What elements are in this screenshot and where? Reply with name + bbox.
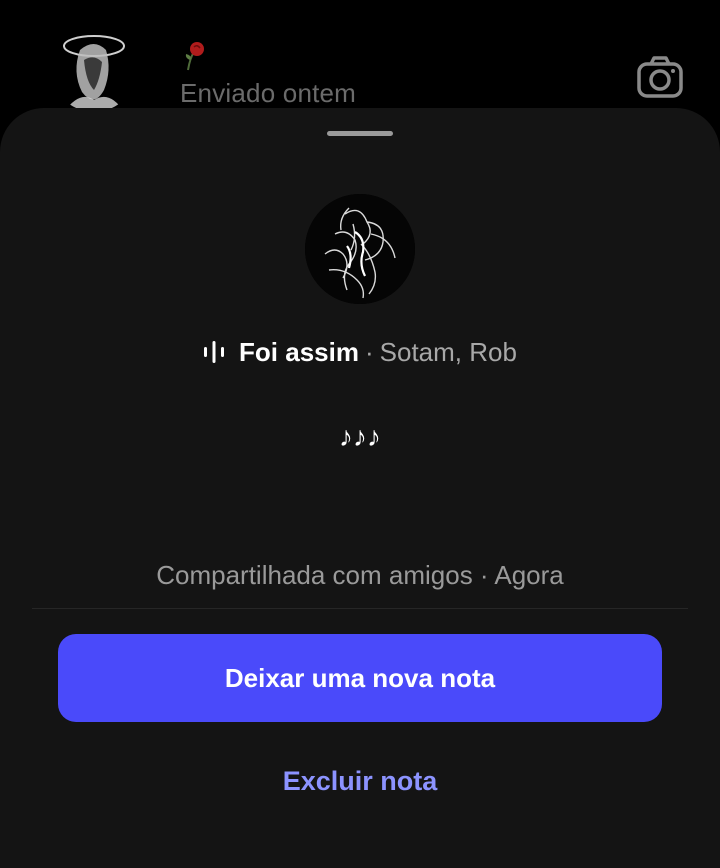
track-title: Foi assim: [239, 336, 359, 367]
note-text: ♪♪♪: [339, 421, 381, 452]
sent-status: Enviado ontem: [180, 78, 357, 108]
sheet-drag-handle[interactable]: [327, 131, 393, 136]
note-bottom-sheet: Foi assim · Sotam, Rob ♪♪♪ Compartilhada…: [0, 108, 720, 868]
delete-note-button[interactable]: Excluir nota: [0, 766, 720, 797]
background-avatar[interactable]: [50, 20, 138, 112]
leave-new-note-button[interactable]: Deixar uma nova nota: [58, 634, 662, 722]
note-avatar: [305, 194, 415, 304]
note-meta: Compartilhada com amigos · Agora: [156, 560, 564, 590]
track-separator: ·: [364, 336, 374, 367]
camera-icon[interactable]: [636, 55, 684, 99]
track-info[interactable]: Foi assim · Sotam, Rob: [0, 334, 720, 370]
divider: [32, 608, 688, 609]
background-chat-row: Enviado ontem: [0, 0, 720, 120]
track-artist: Sotam, Rob: [379, 336, 517, 367]
audio-wave-icon: [204, 341, 225, 363]
rose-icon: [182, 40, 212, 72]
